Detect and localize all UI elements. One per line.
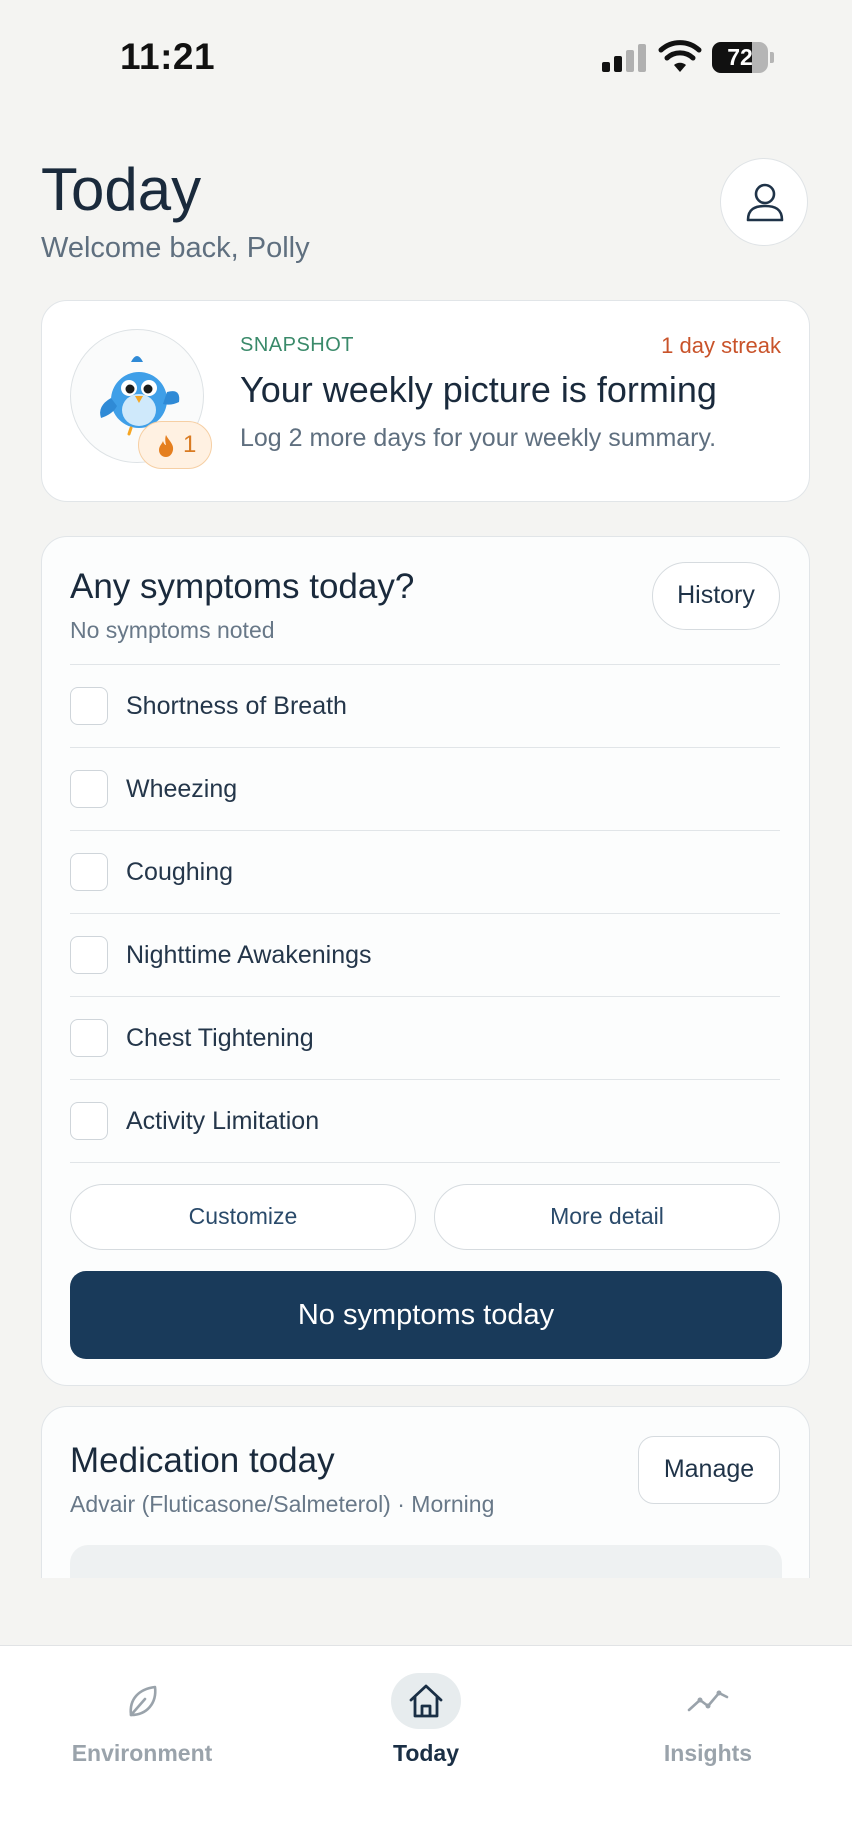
medication-subtitle: Advair (Fluticasone/Salmeterol) · Mornin… [70,1491,495,1517]
tab-bar: Environment Today Insights [0,1645,852,1847]
symptom-checkbox[interactable] [70,1102,108,1140]
history-button[interactable]: History [652,562,780,630]
tab-today[interactable]: Today [326,1646,526,1786]
tab-label: Today [392,1740,460,1766]
symptom-checkbox[interactable] [70,687,108,725]
streak-badge: 1 [138,421,212,469]
symptom-row[interactable]: Coughing [70,830,780,913]
person-icon [746,183,784,222]
symptom-checkbox[interactable] [70,1019,108,1057]
symptom-label: Shortness of Breath [126,692,347,720]
trend-line-icon [687,1690,729,1712]
cellular-signal-icon [602,44,646,72]
snapshot-subtitle: Log 2 more days for your weekly summary. [240,424,717,452]
scroll-cutoff [0,1578,852,1646]
no-symptoms-button[interactable]: No symptoms today [70,1271,782,1359]
symptom-label: Activity Limitation [126,1107,320,1135]
streak-text: 1 day streak [661,333,781,358]
symptom-checkbox[interactable] [70,770,108,808]
more-detail-button[interactable]: More detail [434,1184,780,1250]
streak-count: 1 [183,431,197,458]
symptom-row[interactable]: Nighttime Awakenings [70,913,780,996]
symptom-label: Wheezing [126,775,238,803]
manage-button[interactable]: Manage [638,1436,780,1504]
symptom-row[interactable]: Wheezing [70,747,780,830]
symptom-row[interactable]: Activity Limitation [70,1079,780,1163]
symptoms-title: Any symptoms today? [70,567,415,606]
page-title: Today [41,156,202,223]
battery-percent: 72 [727,44,753,70]
symptom-checkbox[interactable] [70,853,108,891]
status-time: 11:21 [120,36,216,77]
symptoms-status: No symptoms noted [70,617,275,643]
welcome-message: Welcome back, Polly [41,232,310,264]
leaf-icon [129,1685,157,1717]
symptom-row[interactable]: Shortness of Breath [70,664,780,747]
tab-label: Environment [71,1740,213,1766]
symptoms-card: Any symptoms today? No symptoms noted Hi… [41,536,810,1386]
tab-label: Insights [663,1740,753,1766]
symptom-row[interactable]: Chest Tightening [70,996,780,1079]
flame-icon [159,435,174,457]
snapshot-card[interactable]: 1 SNAPSHOT 1 day streak Your weekly pict… [41,300,810,502]
home-icon [409,1684,443,1718]
symptom-label: Nighttime Awakenings [126,941,372,969]
tab-insights[interactable]: Insights [608,1646,808,1786]
customize-button[interactable]: Customize [70,1184,416,1250]
medication-card: Medication today Advair (Fluticasone/Sal… [41,1406,810,1625]
symptom-checkbox[interactable] [70,936,108,974]
wifi-icon [658,40,702,72]
status-bar: 11:21 72 [0,0,852,110]
snapshot-label: SNAPSHOT [240,334,355,356]
medication-title: Medication today [70,1441,335,1480]
symptom-label: Coughing [126,858,234,886]
snapshot-title: Your weekly picture is forming [240,369,717,410]
tab-environment[interactable]: Environment [42,1646,242,1786]
profile-button[interactable] [720,158,808,246]
symptom-label: Chest Tightening [126,1024,314,1052]
battery-icon: 72 [712,42,774,73]
